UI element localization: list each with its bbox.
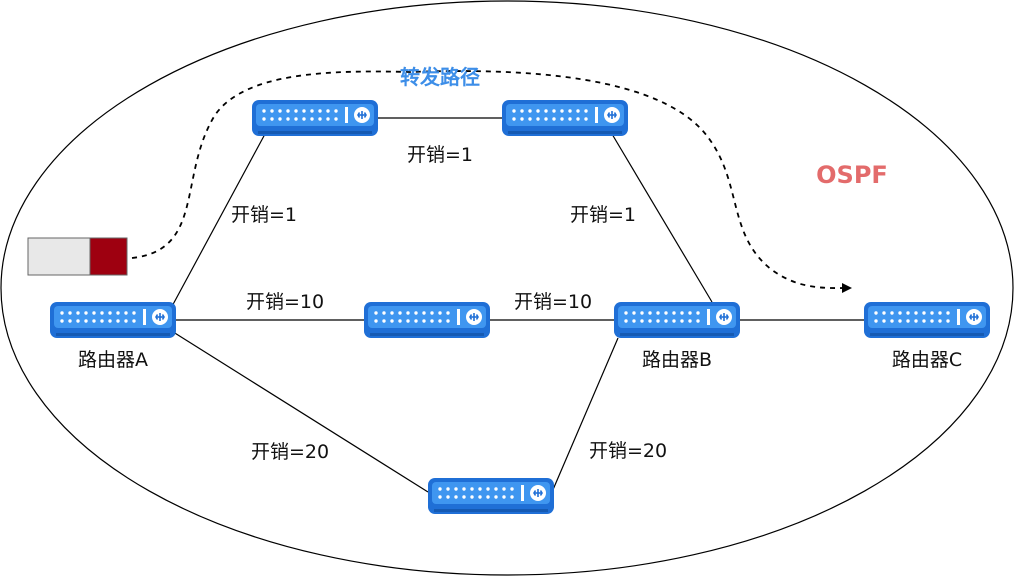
router-b-icon[interactable] — [613, 301, 741, 339]
cost-label-bottom-right: 开销=20 — [589, 440, 667, 462]
link-a-bottom — [169, 329, 429, 493]
forward-path-label: 转发路径 — [400, 65, 480, 89]
router-top-left-icon[interactable] — [251, 99, 379, 137]
router-c-icon[interactable] — [863, 301, 991, 339]
link-bottom-b — [551, 337, 619, 493]
router-top-right-icon[interactable] — [501, 99, 629, 137]
cost-label-mid-right: 开销=10 — [514, 291, 592, 313]
ospf-topology-diagram: 转发路径 OSPF 开销=1 开销=1 开销=1 开销=10 开销=10 开销=… — [0, 0, 1014, 576]
router-c-label: 路由器C — [892, 349, 962, 371]
cost-label-mid-left: 开销=10 — [246, 291, 324, 313]
router-b-label: 路由器B — [642, 349, 712, 371]
cost-label-top-right: 开销=1 — [570, 204, 636, 226]
cost-label-top-left: 开销=1 — [231, 204, 297, 226]
router-a-icon[interactable] — [49, 301, 177, 339]
cost-label-bottom-left: 开销=20 — [251, 441, 329, 463]
cost-label-top-mid: 开销=1 — [407, 144, 473, 166]
router-a-label: 路由器A — [78, 349, 148, 371]
router-mid-icon[interactable] — [363, 301, 491, 339]
forwarding-path-arrow — [131, 70, 852, 294]
router-bottom-icon[interactable] — [427, 477, 555, 515]
ospf-label: OSPF — [816, 161, 888, 189]
packet-icon — [27, 237, 128, 276]
